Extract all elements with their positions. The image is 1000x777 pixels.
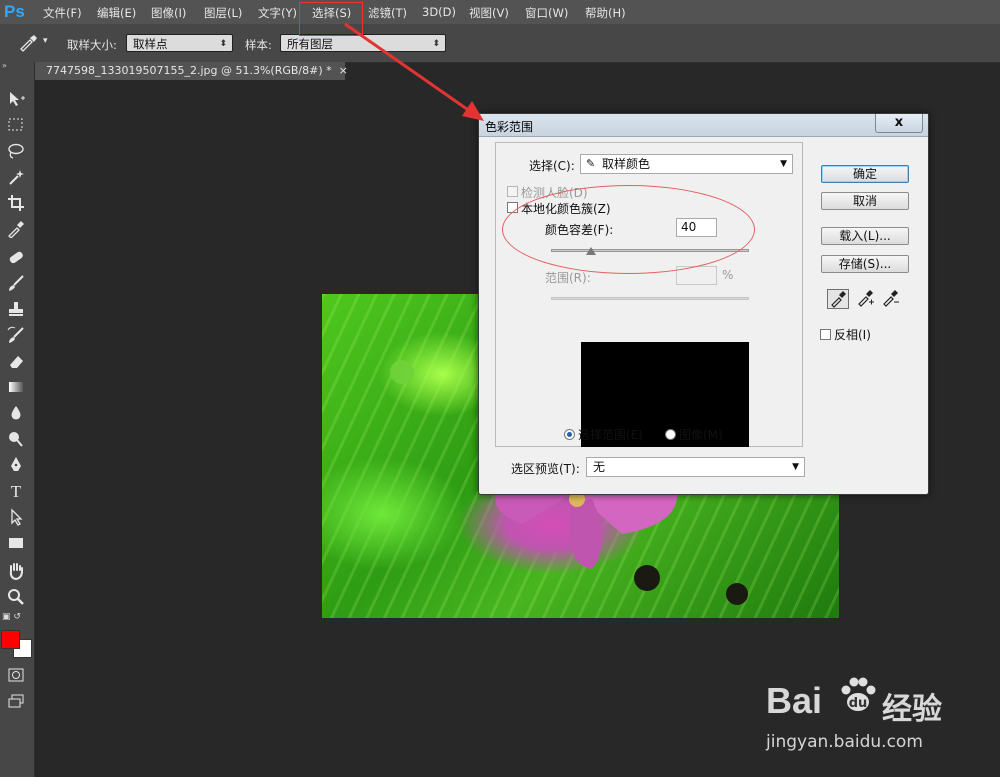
photoshop-logo: Ps [4, 2, 25, 21]
document-tab-label: 7747598_133019507155_2.jpg @ 51.3%(RGB/8… [46, 64, 348, 77]
tool-preset-chevron-icon[interactable]: ▾ [43, 36, 48, 46]
select-value: 取样颜色 [602, 157, 651, 171]
eyedropper-icon[interactable] [827, 289, 849, 309]
ok-button[interactable]: 确定 [821, 165, 909, 183]
dropdown-arrow-icon: ▼ [780, 159, 787, 169]
foreground-color-swatch[interactable] [1, 630, 20, 649]
menu-window[interactable]: 窗口(W) [525, 5, 568, 21]
detect-faces-checkbox[interactable] [507, 186, 518, 197]
menu-file[interactable]: 文件(F) [43, 5, 82, 21]
baidu-jingyan-watermark: Bai du 经验 jingyan.baidu.com [762, 666, 992, 766]
dialog-title: 色彩范围 [485, 120, 534, 134]
dropdown-arrow-icon: ▼ [792, 462, 799, 472]
sample-size-select[interactable]: 取样点 ⬍ [126, 34, 233, 52]
updown-arrows-icon: ⬍ [432, 39, 440, 49]
eyedropper-tool-icon[interactable] [5, 220, 27, 240]
rectangle-tool-icon[interactable] [5, 534, 27, 554]
menu-layer[interactable]: 图层(L) [204, 5, 242, 21]
marquee-tool-icon[interactable] [5, 116, 27, 136]
invert-checkbox[interactable] [820, 329, 831, 340]
gradient-tool-icon[interactable] [5, 378, 27, 398]
dialog-titlebar[interactable]: 色彩范围 x [479, 114, 928, 137]
sample-value: 所有图层 [287, 37, 333, 51]
crop-tool-icon[interactable] [5, 194, 27, 214]
selection-preview-value: 无 [593, 460, 606, 474]
healing-brush-tool-icon[interactable] [5, 248, 27, 268]
move-tool-icon[interactable] [5, 90, 27, 110]
sample-size-label: 取样大小: [67, 38, 117, 52]
watermark-brand: Bai [766, 680, 823, 721]
screen-mode-icon[interactable] [5, 692, 27, 712]
hand-tool-icon[interactable] [5, 562, 27, 582]
save-button[interactable]: 存储(S)... [821, 255, 909, 273]
lasso-tool-icon[interactable] [5, 142, 27, 162]
brush-tool-icon[interactable] [5, 274, 27, 294]
type-tool-icon[interactable]: T [5, 482, 27, 502]
menu-highlight-box [299, 2, 363, 36]
sample-eyedropper-icon: ✎ [586, 157, 596, 170]
cancel-button[interactable]: 取消 [821, 192, 909, 210]
paw-icon: du [838, 674, 878, 714]
radio-image[interactable] [665, 429, 676, 440]
options-bar: ▾ 取样大小: 取样点 ⬍ 样本: 所有图层 ⬍ [0, 24, 1000, 63]
select-combobox[interactable]: ✎ 取样颜色 ▼ [580, 154, 793, 174]
range-slider[interactable] [551, 297, 749, 300]
menu-image[interactable]: 图像(I) [151, 5, 186, 21]
blur-tool-icon[interactable] [5, 404, 27, 424]
radio-selection-label: 选择范围(E) [578, 428, 643, 442]
eyedropper-plus-icon[interactable] [854, 289, 876, 309]
magic-wand-tool-icon[interactable] [5, 168, 27, 188]
sample-size-value: 取样点 [133, 37, 168, 51]
menu-help[interactable]: 帮助(H) [585, 5, 626, 21]
color-range-dialog: 色彩范围 x 选择(C): ✎ 取样颜色 ▼ 检测人脸(D) 本地化颜色簇(Z)… [478, 113, 929, 495]
default-colors-icon[interactable]: ▣ ↺ [2, 612, 32, 624]
panel-collapse-icon[interactable]: » [0, 62, 36, 70]
updown-arrows-icon: ⬍ [219, 39, 227, 49]
radio-selection[interactable] [564, 429, 575, 440]
menu-type[interactable]: 文字(Y) [258, 5, 297, 21]
sample-select[interactable]: 所有图层 ⬍ [280, 34, 446, 52]
load-button[interactable]: 载入(L)... [821, 227, 909, 245]
path-selection-tool-icon[interactable] [5, 508, 27, 528]
history-brush-tool-icon[interactable] [5, 326, 27, 346]
eyedropper-minus-icon[interactable] [879, 289, 901, 309]
menu-filter[interactable]: 滤镜(T) [368, 5, 407, 21]
watermark-url: jingyan.baidu.com [766, 732, 923, 752]
menu-view[interactable]: 视图(V) [469, 5, 509, 21]
range-label: 范围(R): [545, 271, 591, 285]
tab-close-icon[interactable]: × [339, 64, 348, 77]
clone-stamp-tool-icon[interactable] [5, 300, 27, 320]
selection-preview-label: 选区预览(T): [511, 462, 580, 476]
pen-tool-icon[interactable] [5, 456, 27, 476]
invert-label: 反相(I) [834, 328, 871, 342]
eraser-tool-icon[interactable] [5, 352, 27, 372]
menu-3d[interactable]: 3D(D) [422, 5, 456, 19]
fuzziness-highlight-ellipse [502, 185, 755, 274]
dialog-close-button[interactable]: x [875, 114, 923, 133]
menu-edit[interactable]: 编辑(E) [97, 5, 136, 21]
eyedropper-icon[interactable] [18, 34, 40, 52]
watermark-brand-chinese: 经验 [882, 692, 942, 727]
zoom-tool-icon[interactable] [5, 588, 27, 608]
select-label: 选择(C): [529, 159, 575, 173]
selection-preview-combobox[interactable]: 无 ▼ [586, 457, 805, 477]
sample-label: 样本: [245, 38, 272, 52]
range-unit: % [722, 268, 734, 282]
document-tab[interactable]: 7747598_133019507155_2.jpg @ 51.3%(RGB/8… [35, 62, 348, 80]
menu-bar: Ps 文件(F) 编辑(E) 图像(I) 图层(L) 文字(Y) 选择(S) 滤… [0, 0, 1000, 24]
tools-panel: » T ▣ ↺ [0, 62, 35, 777]
radio-image-label: 图像(M) [679, 428, 723, 442]
dodge-tool-icon[interactable] [5, 430, 27, 450]
svg-text:du: du [849, 696, 868, 711]
quick-mask-icon[interactable] [5, 666, 27, 686]
